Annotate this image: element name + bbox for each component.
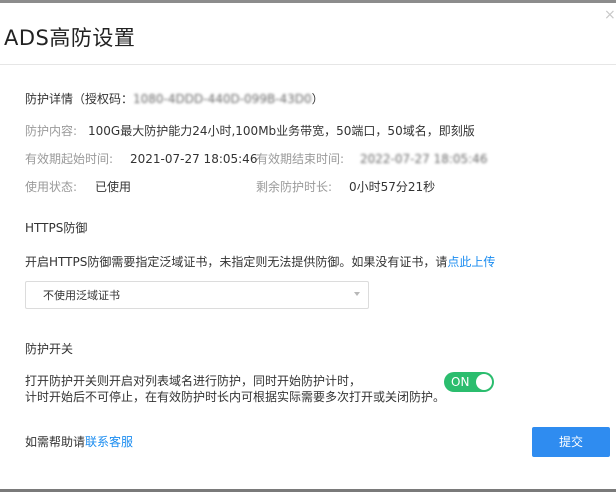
auth-code: 1080-4DDD-440D-099B-43D0 <box>133 92 312 106</box>
start-time-label: 有效期起始时间: <box>25 152 114 166</box>
protection-content-value: 100G最大防护能力24小时,100Mb业务带宽，50端口，50域名，即刻版 <box>88 124 475 138</box>
contact-support-link[interactable]: 联系客服 <box>85 435 133 449</box>
switch-section-title: 防护开关 <box>25 342 74 356</box>
protection-content-label: 防护内容: <box>25 124 78 138</box>
upload-certificate-link[interactable]: 点此上传 <box>447 255 495 269</box>
remaining-time-value: 0小时57分21秒 <box>349 180 436 194</box>
protection-title-prefix: 防护详情（授权码： <box>25 92 134 106</box>
help-prefix: 如需帮助请 <box>25 435 86 449</box>
end-time-label: 有效期结束时间: <box>256 152 345 166</box>
certificate-select-value: 不使用泛域证书 <box>43 289 120 302</box>
protection-title-suffix: ） <box>311 92 324 106</box>
switch-description-line1: 打开防护开关则开启对列表域名进行防护，同时开始防护计时， <box>25 374 362 388</box>
toggle-knob <box>476 374 492 390</box>
usage-status-label: 使用状态: <box>25 180 78 194</box>
dialog-title: ADS高防设置 <box>4 26 136 50</box>
header-divider <box>0 64 616 65</box>
protection-toggle[interactable]: ON <box>444 372 494 392</box>
start-time-value: 2021-07-27 18:05:46 <box>130 152 258 166</box>
https-description-text: 开启HTTPS防御需要指定泛域证书，未指定则无法提供防御。如果没有证书，请 <box>25 255 448 269</box>
certificate-select[interactable]: 不使用泛域证书 <box>25 281 369 309</box>
https-description: 开启HTTPS防御需要指定泛域证书，未指定则无法提供防御。如果没有证书，请点此上… <box>25 254 495 270</box>
window-top-border <box>0 0 616 3</box>
close-icon[interactable]: × <box>604 8 616 22</box>
help-text: 如需帮助请联系客服 <box>25 434 133 450</box>
submit-button[interactable]: 提交 <box>532 427 610 457</box>
usage-status-value: 已使用 <box>95 180 132 194</box>
end-time-value: 2022-07-27 18:05:46 <box>360 152 488 166</box>
toggle-on-label: ON <box>451 375 470 389</box>
switch-description-line2: 计时开始后不可停止，在有效防护时长内可根据实际需要多次打开或关闭防护。 <box>25 390 446 404</box>
remaining-time-label: 剩余防护时长: <box>256 180 333 194</box>
https-section-title: HTTPS防御 <box>25 221 88 235</box>
chevron-down-icon <box>354 292 360 296</box>
protection-details-title: 防护详情（授权码：1080-4DDD-440D-099B-43D0） <box>25 91 324 107</box>
